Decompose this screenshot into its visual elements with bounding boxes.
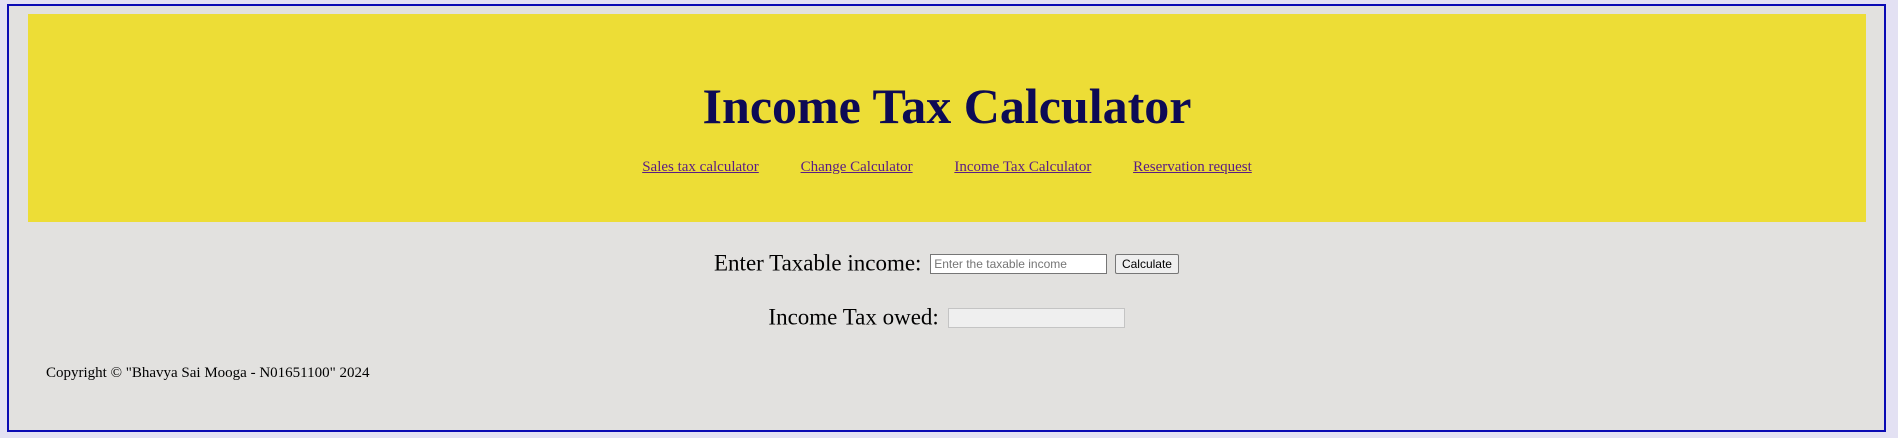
calculate-button[interactable]: Calculate bbox=[1114, 253, 1179, 274]
income-tax-owed-output[interactable] bbox=[947, 307, 1125, 328]
nav-link-sales-tax[interactable]: Sales tax calculator bbox=[642, 159, 759, 175]
page-title: Income Tax Calculator bbox=[702, 78, 1192, 134]
owed-label: Income Tax owed: bbox=[768, 304, 939, 330]
nav-link-reservation[interactable]: Reservation request bbox=[1133, 159, 1252, 175]
copyright-text: Copyright © "Bhavya Sai Mooga - N0165110… bbox=[46, 365, 370, 381]
taxable-income-input[interactable] bbox=[930, 253, 1108, 274]
nav-bar: Sales tax calculator Change Calculator I… bbox=[28, 158, 1866, 176]
nav-link-income-tax[interactable]: Income Tax Calculator bbox=[954, 159, 1091, 175]
page-frame: Income Tax Calculator Sales tax calculat… bbox=[7, 4, 1886, 432]
income-label: Enter Taxable income: bbox=[714, 250, 922, 276]
owed-row: Income Tax owed: bbox=[9, 302, 1884, 332]
income-row: Enter Taxable income: Calculate bbox=[9, 248, 1884, 278]
nav-link-change-calculator[interactable]: Change Calculator bbox=[801, 159, 913, 175]
header-banner: Income Tax Calculator Sales tax calculat… bbox=[28, 14, 1866, 222]
